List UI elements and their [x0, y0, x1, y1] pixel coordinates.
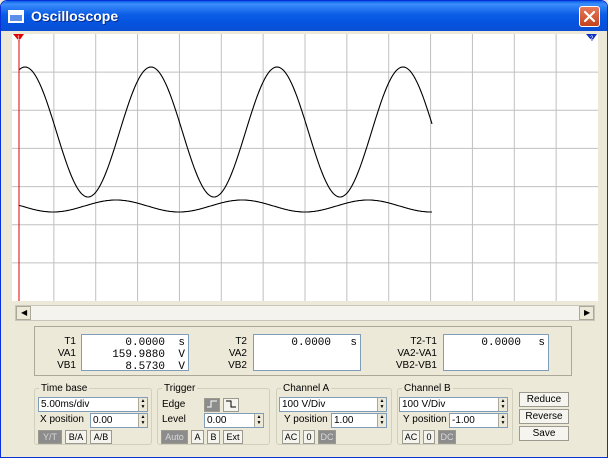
oscilloscope-screen[interactable]: 1 2	[12, 34, 598, 301]
channel-a-dc-button[interactable]: DC	[318, 430, 336, 444]
cursor-readout-panel: T1 VA1 VB1 0.0000 s 159.9880 V 8.5730 V T2 …	[34, 326, 572, 376]
spinner-arrows[interactable]: ▲ ▼	[498, 414, 507, 427]
value-t2: 0.0000	[291, 337, 331, 349]
label-t1: T1	[64, 336, 76, 347]
save-button[interactable]: Save	[519, 426, 569, 441]
channel-a-zero-button[interactable]: 0	[303, 430, 315, 444]
arrow-right-icon: ▶	[584, 308, 591, 317]
readout-labels-2: T2 VA2 VB2	[213, 336, 247, 372]
channel-b-ypos-spinner[interactable]: -1.00 ▲ ▼	[449, 413, 508, 428]
channel-a-scale-value: 100 V/Div	[282, 399, 326, 410]
title-bar[interactable]: Oscilloscope	[1, 1, 607, 31]
label-vb2-vb1: VB2-VB1	[395, 360, 437, 371]
channel-a-ypos-label: Y position	[284, 414, 328, 425]
spin-down-icon[interactable]: ▼	[139, 404, 147, 410]
channel-a-scale-spinner[interactable]: 100 V/Div ▲ ▼	[279, 397, 387, 412]
xposition-value: 0.00	[93, 415, 113, 426]
spinner-arrows[interactable]: ▲ ▼	[377, 398, 386, 411]
channel-a-ypos-value: 1.00	[334, 415, 354, 426]
window-icon	[8, 10, 24, 23]
channel-b-legend: Channel B	[404, 383, 451, 394]
mode-ab-button[interactable]: A/B	[90, 430, 112, 444]
spin-down-icon[interactable]: ▼	[255, 420, 263, 426]
edge-falling-button[interactable]	[223, 398, 239, 412]
channel-b-scale-spinner[interactable]: 100 V/Div ▲ ▼	[399, 397, 508, 412]
arrow-left-icon: ◀	[21, 308, 28, 317]
channel-b-scale-value: 100 V/Div	[402, 399, 446, 410]
spin-down-icon[interactable]: ▼	[139, 420, 147, 426]
readout-box-2: 0.0000 s	[253, 334, 361, 371]
unit-vb1: V	[178, 361, 185, 373]
oscilloscope-window: Oscilloscope 1 2 ◀ ▶ T1 VA1 VB1 0.0000 s…	[0, 0, 608, 458]
label-t2: T2	[235, 336, 247, 347]
window-title: Oscilloscope	[31, 8, 119, 24]
channel-b-dc-button[interactable]: DC	[438, 430, 456, 444]
unit-t2-t1: s	[538, 337, 545, 349]
timebase-scale-value: 5.00ms/div	[41, 399, 90, 410]
channel-a-ac-button[interactable]: AC	[282, 430, 300, 444]
label-vb1: VB1	[57, 360, 76, 371]
close-icon	[583, 10, 596, 23]
readout-labels-1: T1 VA1 VB1	[40, 336, 76, 372]
value-va1: 159.9880	[112, 349, 165, 361]
unit-t2: s	[350, 337, 357, 349]
label-vb2: VB2	[228, 360, 247, 371]
trigger-level-spinner[interactable]: 0.00 ▲ ▼	[204, 413, 264, 428]
spin-down-icon[interactable]: ▼	[499, 420, 507, 426]
timebase-legend: Time base	[41, 383, 88, 394]
trigger-a-button[interactable]: A	[191, 430, 204, 444]
spin-down-icon[interactable]: ▼	[499, 404, 507, 410]
close-button[interactable]	[579, 6, 600, 27]
spinner-arrows[interactable]: ▲ ▼	[377, 414, 386, 427]
spin-down-icon[interactable]: ▼	[378, 404, 386, 410]
channel-b-ypos-label: Y position	[403, 414, 447, 425]
xposition-label: X position	[40, 414, 84, 425]
spinner-arrows[interactable]: ▲ ▼	[138, 398, 147, 411]
trigger-level-value: 0.00	[207, 415, 227, 426]
trigger-ext-button[interactable]: Ext	[223, 430, 243, 444]
horizontal-scrollbar[interactable]: ◀ ▶	[15, 305, 595, 321]
channel-a-ypos-spinner[interactable]: 1.00 ▲ ▼	[331, 413, 387, 428]
spinner-arrows[interactable]: ▲ ▼	[138, 414, 147, 427]
label-va1: VA1	[57, 348, 76, 359]
channel-b-zero-button[interactable]: 0	[423, 430, 435, 444]
timebase-scale-spinner[interactable]: 5.00ms/div ▲ ▼	[38, 397, 148, 412]
mode-yt-button[interactable]: Y/T	[38, 430, 62, 444]
value-t2-t1: 0.0000	[481, 337, 521, 349]
mode-ba-button[interactable]: B/A	[65, 430, 87, 444]
rising-edge-icon	[207, 400, 217, 408]
label-va2-va1: VA2-VA1	[397, 348, 437, 359]
value-vb1: 8.5730	[125, 361, 165, 373]
scroll-right-button[interactable]: ▶	[579, 306, 594, 320]
label-t2-t1: T2-T1	[410, 336, 437, 347]
channel-a-legend: Channel A	[283, 383, 330, 394]
trigger-b-button[interactable]: B	[207, 430, 220, 444]
falling-edge-icon	[226, 400, 236, 408]
spinner-arrows[interactable]: ▲ ▼	[254, 414, 263, 427]
channel-b-ypos-value: -1.00	[452, 415, 475, 426]
edge-label: Edge	[162, 399, 186, 410]
level-label: Level	[162, 414, 186, 425]
value-t1: 0.0000	[125, 337, 165, 349]
reduce-button[interactable]: Reduce	[519, 392, 569, 407]
waveform-display: 1 2	[12, 34, 598, 301]
channel-b-ac-button[interactable]: AC	[402, 430, 420, 444]
unit-va1: V	[178, 349, 185, 361]
trigger-auto-button[interactable]: Auto	[161, 430, 188, 444]
readout-labels-3: T2-T1 VA2-VA1 VB2-VB1	[381, 336, 437, 372]
edge-rising-button[interactable]	[204, 398, 220, 412]
unit-t1: s	[178, 337, 185, 349]
xposition-spinner[interactable]: 0.00 ▲ ▼	[90, 413, 148, 428]
label-va2: VA2	[228, 348, 247, 359]
spinner-arrows[interactable]: ▲ ▼	[498, 398, 507, 411]
scroll-left-button[interactable]: ◀	[16, 306, 31, 320]
readout-box-1: 0.0000 s 159.9880 V 8.5730 V	[81, 334, 189, 373]
reverse-button[interactable]: Reverse	[519, 409, 569, 424]
trigger-legend: Trigger	[164, 383, 196, 394]
readout-box-3: 0.0000 s	[443, 334, 549, 371]
spin-down-icon[interactable]: ▼	[378, 420, 386, 426]
